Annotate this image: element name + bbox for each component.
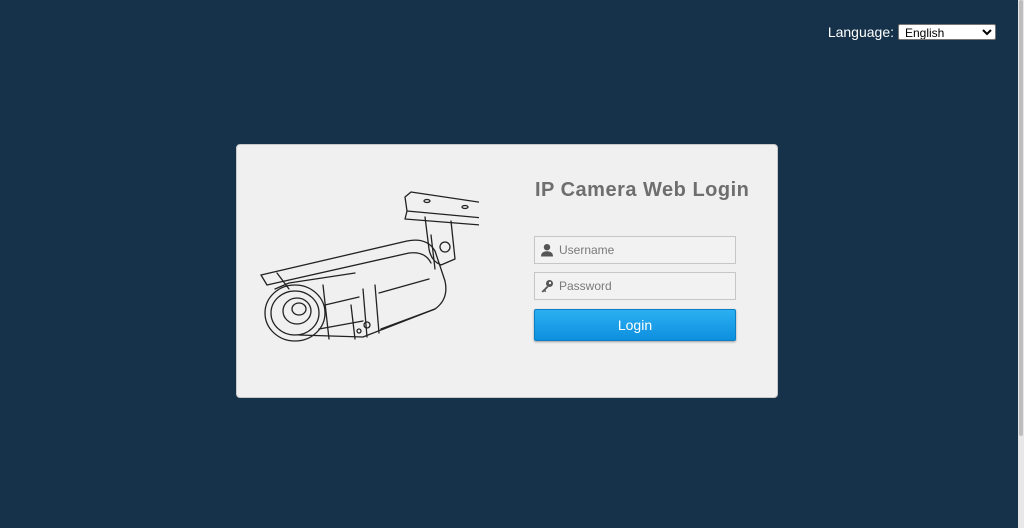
camera-illustration <box>260 191 479 342</box>
password-field[interactable] <box>534 272 736 300</box>
login-card: IP Camera Web Login Login <box>236 144 778 398</box>
username-field[interactable] <box>534 236 736 264</box>
language-label: Language: <box>827 24 894 40</box>
key-icon <box>537 273 557 299</box>
scrollbar-thumb[interactable] <box>1019 0 1023 436</box>
login-button[interactable]: Login <box>534 309 736 341</box>
language-bar: Language: English <box>828 24 996 40</box>
password-input[interactable] <box>557 279 731 293</box>
login-page: Language: English IP Camera Web Login Us… <box>0 0 1024 528</box>
username-input[interactable] <box>557 243 731 257</box>
scrollbar[interactable] <box>1018 0 1024 528</box>
login-title: IP Camera Web Login <box>535 179 750 201</box>
user-icon <box>537 237 557 263</box>
language-select[interactable]: English <box>898 24 996 40</box>
